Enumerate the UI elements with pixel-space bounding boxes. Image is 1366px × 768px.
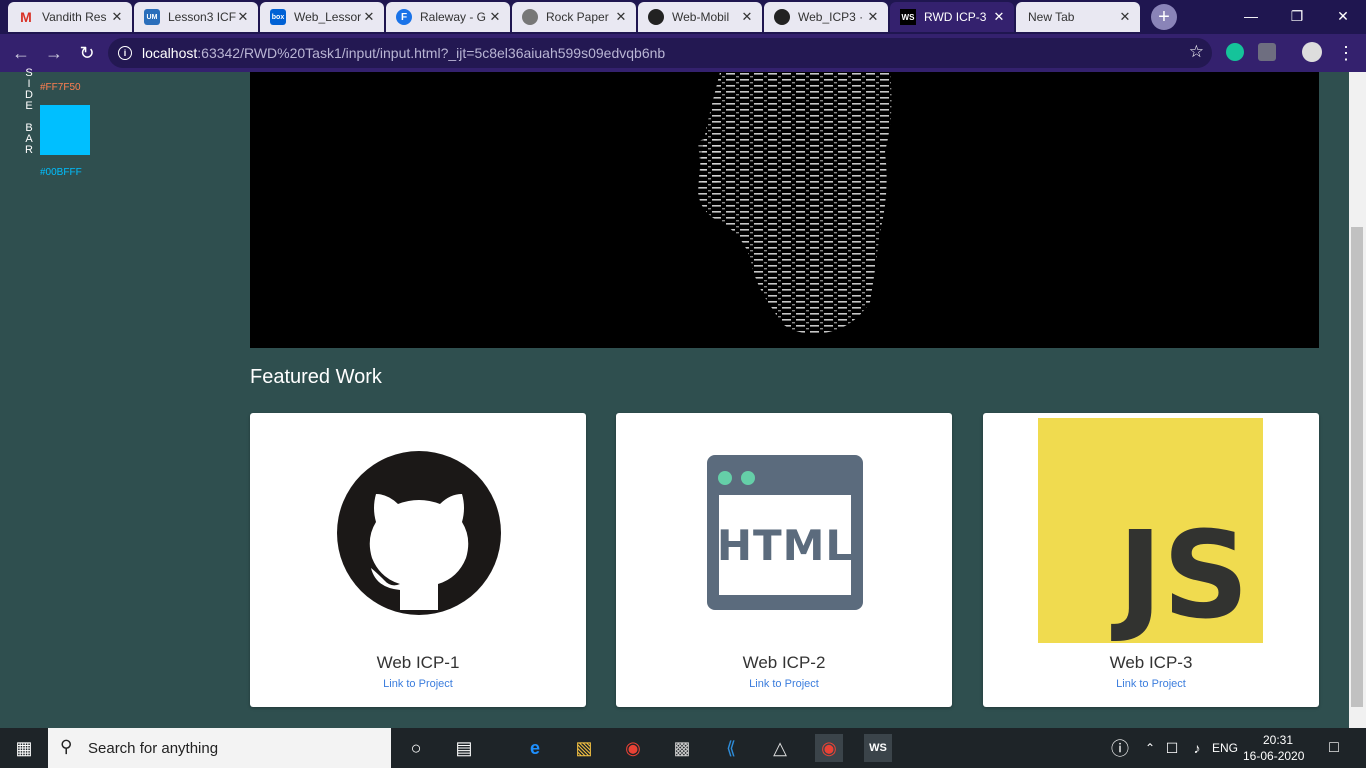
swatch-coral-label: #FF7F50 [40,82,81,93]
featured-work-heading: Featured Work [250,366,382,388]
project-link[interactable]: Link to Project [250,678,586,690]
js-logo-icon: JS [1038,418,1263,643]
gmail-icon: M [20,9,32,25]
tab-rock-paper[interactable]: Rock Paper ✕ [512,2,636,32]
hero-image [250,72,1319,348]
task-view-icon[interactable]: ▤ [450,734,478,762]
reload-icon[interactable]: ↻ [75,41,99,65]
vscode-icon[interactable]: ⟪ [717,734,745,762]
swatch-deepskyblue [40,105,90,155]
grammarly-icon[interactable] [1226,43,1244,61]
fonts-icon: F [396,9,412,25]
tab-web-icp3[interactable]: Web_ICP3 · ✕ [764,2,888,32]
chrome-active-icon[interactable]: ◉ [815,734,843,762]
restore-icon[interactable]: ❐ [1274,0,1320,32]
chrome-icon [522,9,538,25]
project-card-3: JS Web ICP-3 Link to Project [983,413,1319,707]
profile-avatar[interactable] [1302,42,1322,62]
forward-icon[interactable]: → [42,41,66,65]
file-explorer-icon[interactable]: ▧ [570,734,598,762]
js-logo-text: JS [1117,507,1249,646]
clock-date[interactable]: 16-06-2020 [1243,749,1304,763]
minimize-icon[interactable]: — [1228,0,1274,32]
card-title: Web ICP-3 [1109,653,1193,672]
close-icon[interactable]: ✕ [866,9,880,25]
url-text[interactable]: localhost:63342/RWD%20Task1/input/input.… [142,45,665,61]
search-icon: ⚲ [60,737,73,756]
taskbar: ▦ ⚲ Search for anything ○ ▤ e ▧ ◉ ▩ ⟪ △ … [0,728,1366,768]
tab-strip: M Vandith Res ✕ UM Lesson3 ICF ✕ box Web… [0,0,1366,34]
tab-raleway[interactable]: F Raleway - G ✕ [386,2,510,32]
project-link[interactable]: Link to Project [616,678,952,690]
tab-rwd-icp3[interactable]: WS RWD ICP-3 ✕ [890,2,1014,32]
umkc-icon: UM [144,9,160,25]
close-window-icon[interactable]: ✕ [1320,0,1366,32]
cortana-icon[interactable]: ○ [402,734,430,762]
github-icon [648,9,664,25]
language-indicator[interactable]: ENG [1212,741,1238,755]
html-logo-text: HTML [716,521,854,570]
close-icon[interactable]: ✕ [992,9,1006,25]
scrollbar-thumb[interactable] [1351,227,1363,707]
taskbar-search[interactable]: ⚲ Search for anything [48,728,391,768]
menu-icon[interactable]: ⋮ [1334,41,1358,65]
volume-icon[interactable]: ♪ [1183,734,1211,762]
close-icon[interactable]: ✕ [488,9,502,25]
project-card-2: HTML Web ICP-2 Link to Project [616,413,952,707]
tab-web-lesson[interactable]: box Web_Lessor ✕ [260,2,384,32]
project-link[interactable]: Link to Project [983,678,1319,690]
back-icon[interactable]: ← [9,41,33,65]
project-card-1: Web ICP-1 Link to Project [250,413,586,707]
chrome-taskbar-icon[interactable]: ◉ [619,734,647,762]
close-icon[interactable]: ✕ [110,9,124,25]
close-icon[interactable]: ✕ [362,9,376,25]
close-icon[interactable]: ✕ [1118,9,1132,25]
card-title: Web ICP-1 [376,653,460,672]
shield-icon[interactable] [1258,43,1276,61]
box-icon: box [270,9,286,25]
tab-lesson3[interactable]: UM Lesson3 ICF ✕ [134,2,258,32]
info-icon[interactable]: i [118,46,132,60]
webstorm-taskbar-icon[interactable]: WS [864,734,892,762]
edge-icon[interactable]: e [521,734,549,762]
close-icon[interactable]: ✕ [236,9,250,25]
new-tab-button[interactable]: + [1151,4,1177,30]
notification-icon[interactable]: □ [1320,734,1348,762]
bookmark-star-icon[interactable]: ☆ [1189,42,1204,62]
browser-toolbar: ← → ↻ i localhost:63342/RWD%20Task1/inpu… [0,34,1366,72]
code-portrait-image [698,72,892,334]
clock-time[interactable]: 20:31 [1263,733,1293,747]
virtualbox-icon[interactable]: △ [766,734,794,762]
github-icon [774,9,790,25]
network-icon[interactable]: ☐ [1158,734,1186,762]
help-icon[interactable]: ⓘ [1106,734,1134,762]
windows-start-icon[interactable]: ▦ [10,734,38,762]
github-logo-icon [337,451,501,615]
page-scrollbar[interactable] [1349,72,1366,728]
close-icon[interactable]: ✕ [740,9,754,25]
card-title: Web ICP-2 [742,653,826,672]
webstorm-icon: WS [900,9,916,25]
address-bar[interactable]: i localhost:63342/RWD%20Task1/input/inpu… [108,38,1212,68]
terminal-icon[interactable]: ▩ [668,734,696,762]
sidebar-letters: S I D E B A R [25,67,33,156]
tab-new-tab[interactable]: New Tab ✕ [1016,2,1140,32]
swatch-deepskyblue-label: #00BFFF [40,167,82,178]
tab-vandith[interactable]: M Vandith Res ✕ [8,2,132,32]
close-icon[interactable]: ✕ [614,9,628,25]
tab-web-mobile[interactable]: Web-Mobil ✕ [638,2,762,32]
